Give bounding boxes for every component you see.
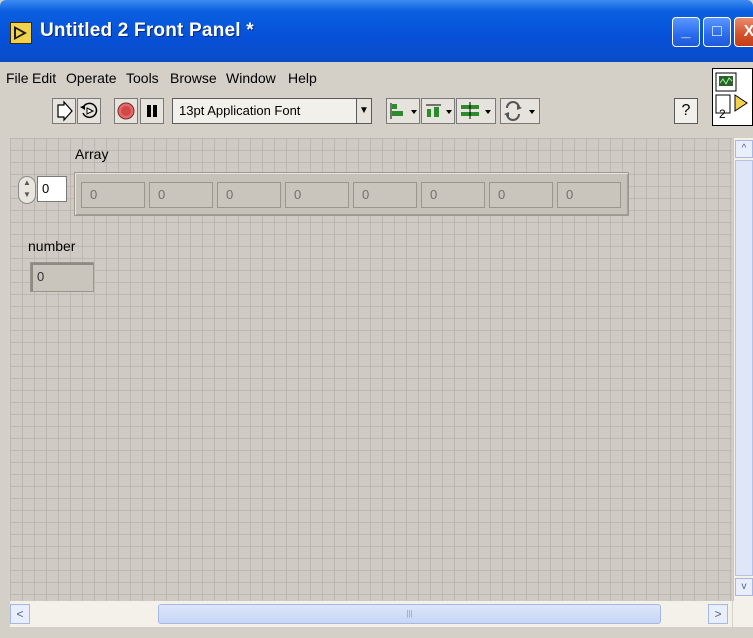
run-button[interactable]	[52, 98, 76, 124]
stop-circle-icon	[117, 102, 135, 120]
array-element[interactable]: 0	[149, 182, 213, 208]
context-help-button[interactable]: ?	[674, 98, 698, 124]
scroll-up-arrow-icon[interactable]: ^	[735, 140, 753, 158]
distribute-objects-button[interactable]	[421, 98, 455, 124]
scroll-down-arrow-icon[interactable]: v	[735, 578, 753, 596]
pause-icon	[147, 105, 157, 117]
array-element[interactable]: 0	[489, 182, 553, 208]
align-objects-icon	[390, 103, 417, 119]
labview-window: Untitled 2 Front Panel * _ □ X File Edit…	[0, 0, 753, 638]
horizontal-scroll-thumb[interactable]: |||	[158, 604, 661, 624]
scroll-left-arrow-icon[interactable]: <	[10, 604, 30, 624]
menu-file[interactable]: File	[6, 70, 29, 86]
vi-icon-label: 2	[719, 107, 726, 121]
number-label[interactable]: number	[28, 238, 75, 254]
text-settings-dropdown[interactable]: 13pt Application Font	[172, 98, 358, 124]
array-control[interactable]: 0 0 0 0 0 0 0 0	[74, 172, 629, 216]
chevron-down-icon[interactable]: ▼	[356, 98, 372, 124]
array-element[interactable]: 0	[285, 182, 349, 208]
abort-button[interactable]	[114, 98, 138, 124]
reorder-button[interactable]	[500, 98, 540, 124]
array-element[interactable]: 0	[421, 182, 485, 208]
array-element[interactable]: 0	[217, 182, 281, 208]
menu-tools[interactable]: Tools	[126, 70, 159, 86]
vertical-scroll-thumb[interactable]	[735, 160, 753, 576]
number-control[interactable]: 0	[30, 262, 94, 292]
resize-objects-icon	[461, 102, 491, 119]
close-button[interactable]: X	[734, 17, 753, 47]
distribute-objects-icon	[426, 104, 452, 117]
array-element[interactable]: 0	[353, 182, 417, 208]
menu-help[interactable]: Help	[288, 70, 317, 86]
minimize-button[interactable]: _	[672, 17, 700, 47]
toolbar: 13pt Application Font ▼ ?	[0, 92, 753, 134]
array-element[interactable]: 0	[557, 182, 621, 208]
vi-icon[interactable]: 2	[712, 68, 753, 126]
resize-objects-button[interactable]	[456, 98, 496, 124]
reorder-icon	[504, 101, 535, 121]
menu-browse[interactable]: Browse	[170, 70, 217, 86]
menu-edit[interactable]: Edit	[32, 70, 56, 86]
scroll-right-arrow-icon[interactable]: >	[708, 604, 728, 624]
maximize-button[interactable]: □	[703, 17, 731, 47]
menu-operate[interactable]: Operate	[66, 70, 117, 86]
horizontal-scrollbar[interactable]: < ||| >	[10, 601, 732, 627]
window-title: Untitled 2 Front Panel *	[40, 20, 254, 41]
align-objects-button[interactable]	[386, 98, 420, 124]
vertical-scrollbar[interactable]: ^ v	[733, 138, 753, 601]
menu-bar: File Edit Operate Tools Browse Window He…	[0, 66, 705, 90]
labview-app-icon[interactable]	[10, 22, 32, 44]
run-arrow-icon	[57, 100, 73, 122]
run-continuously-button[interactable]	[77, 98, 101, 124]
array-element[interactable]: 0	[81, 182, 145, 208]
array-index-field[interactable]: 0	[37, 176, 67, 202]
run-continuously-icon	[80, 102, 98, 119]
pause-button[interactable]	[140, 98, 164, 124]
array-index-spinner[interactable]: ▲ ▼	[18, 176, 36, 204]
resize-grip-icon[interactable]	[733, 601, 753, 627]
title-bar[interactable]: Untitled 2 Front Panel * _ □ X	[0, 0, 753, 62]
menu-window[interactable]: Window	[226, 70, 276, 86]
array-label[interactable]: Array	[75, 146, 108, 162]
